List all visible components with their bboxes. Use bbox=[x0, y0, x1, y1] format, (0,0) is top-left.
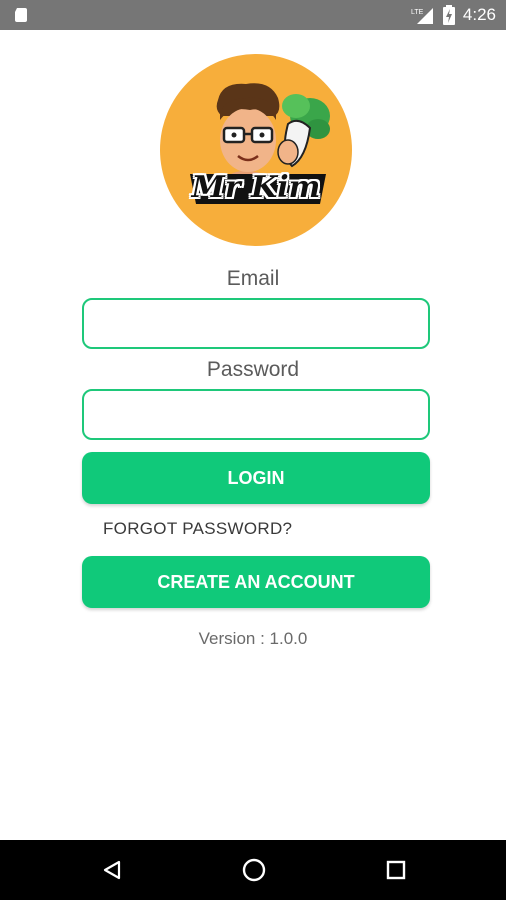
status-time: 4:26 bbox=[462, 5, 496, 24]
sd-card-icon bbox=[13, 7, 29, 23]
recents-icon[interactable] bbox=[366, 840, 426, 900]
create-account-button[interactable]: CREATE AN ACCOUNT bbox=[82, 556, 430, 608]
forgot-password-link[interactable]: FORGOT PASSWORD? bbox=[103, 519, 292, 539]
app-logo: Mr Kim bbox=[160, 54, 352, 246]
password-field[interactable] bbox=[82, 389, 430, 440]
navigation-bar bbox=[0, 840, 506, 900]
mascot-illustration bbox=[190, 83, 330, 204]
signal-icon: LTE bbox=[411, 6, 435, 24]
password-label: Password bbox=[206, 358, 300, 381]
email-label: Email bbox=[226, 267, 280, 290]
back-icon[interactable] bbox=[82, 840, 142, 900]
home-icon[interactable] bbox=[224, 840, 284, 900]
battery-charging-icon bbox=[442, 5, 455, 25]
login-button[interactable]: LOGIN bbox=[82, 452, 430, 504]
status-bar: LTE 4:26 bbox=[0, 0, 506, 30]
email-field[interactable] bbox=[82, 298, 430, 349]
network-type-label: LTE bbox=[411, 9, 424, 16]
version-text: Version : 1.0.0 bbox=[198, 629, 308, 648]
logo-text: Mr Kim bbox=[191, 170, 321, 205]
